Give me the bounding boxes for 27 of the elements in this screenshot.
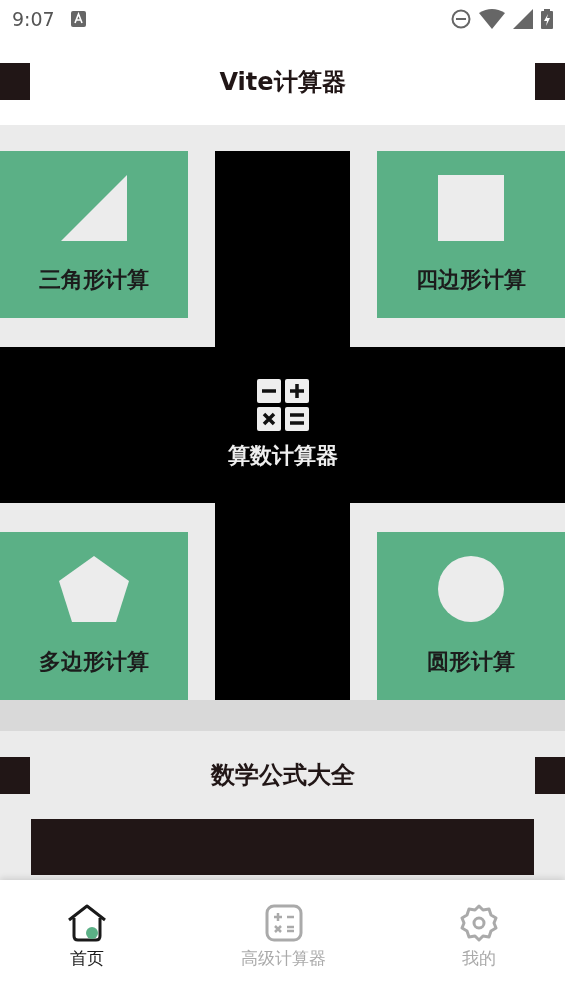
circle-icon: [438, 556, 504, 622]
calculator-icon: [264, 904, 303, 942]
corner-block: [535, 756, 565, 794]
square-icon: [438, 175, 504, 241]
pentagon-icon: [59, 556, 129, 622]
corner-block: [535, 63, 565, 100]
section-title: 数学公式大全: [210, 760, 355, 791]
keyboard-icon: [70, 11, 86, 27]
triangle-icon: [61, 175, 127, 241]
do-not-disturb-icon: [451, 9, 471, 29]
shape-tile[interactable]: 三角形计算: [0, 151, 188, 318]
settings-icon: [460, 904, 498, 942]
home-icon: [67, 904, 107, 942]
wifi-icon: [479, 9, 505, 29]
shape-tile[interactable]: 四边形计算: [377, 151, 565, 318]
nav-tab[interactable]: 首页: [0, 880, 174, 1004]
shape-tile[interactable]: 多边形计算: [0, 532, 188, 700]
arithmetic-calculator-button[interactable]: 算数计算器: [0, 347, 565, 503]
formula-card[interactable]: [31, 819, 534, 875]
calculator-icon: [256, 378, 309, 431]
app-title: Vite计算器: [219, 66, 346, 98]
status-time: 9:07: [12, 6, 55, 32]
corner-block: [0, 63, 30, 100]
battery-icon: [541, 9, 553, 29]
corner-block: [0, 756, 30, 794]
signal-icon: [513, 9, 533, 29]
shape-tile[interactable]: 圆形计算: [377, 532, 565, 700]
